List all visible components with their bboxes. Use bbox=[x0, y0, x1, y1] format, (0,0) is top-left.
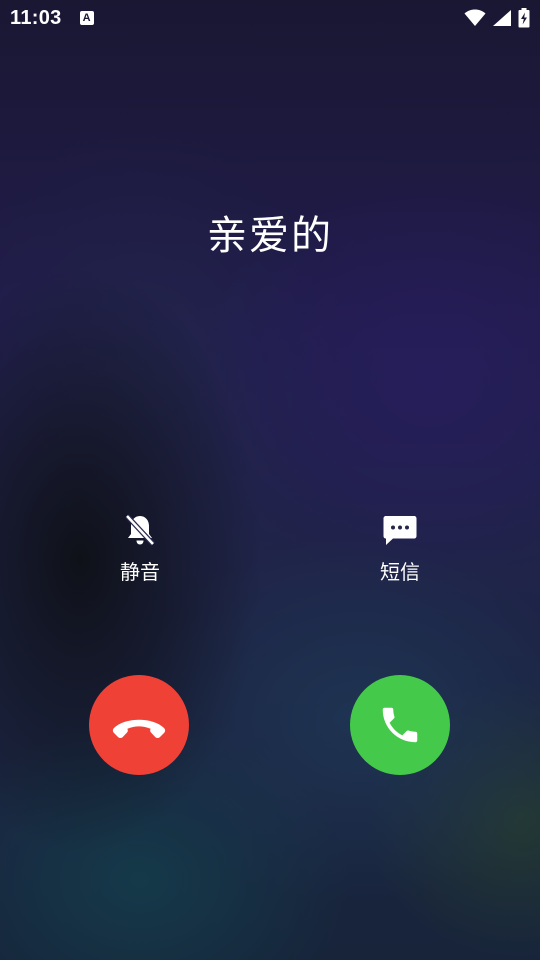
caller-name: 亲爱的 bbox=[207, 213, 333, 259]
status-left: 11:03 A bbox=[10, 7, 94, 30]
sms-button[interactable]: 短信 bbox=[350, 512, 450, 585]
answer-button[interactable] bbox=[350, 675, 450, 775]
phone-hangup-icon bbox=[112, 719, 166, 739]
cell-signal-icon bbox=[493, 10, 511, 26]
status-time: 11:03 bbox=[10, 6, 62, 29]
mute-label: 静音 bbox=[120, 560, 160, 584]
battery-charging-icon bbox=[518, 8, 530, 28]
wifi-icon bbox=[464, 9, 486, 26]
phone-icon bbox=[382, 707, 418, 743]
status-bar: 11:03 A bbox=[0, 0, 540, 36]
sms-label: 短信 bbox=[380, 560, 420, 584]
bell-off-icon bbox=[125, 514, 155, 546]
incoming-call-screen: 11:03 A 亲爱的 静音 短信 bbox=[0, 0, 540, 960]
status-right bbox=[464, 8, 530, 28]
blurred-wallpaper bbox=[0, 0, 540, 960]
message-icon bbox=[383, 516, 417, 545]
font-notification-icon: A bbox=[79, 11, 94, 25]
decline-button[interactable] bbox=[89, 675, 189, 775]
mute-button[interactable]: 静音 bbox=[90, 512, 190, 585]
